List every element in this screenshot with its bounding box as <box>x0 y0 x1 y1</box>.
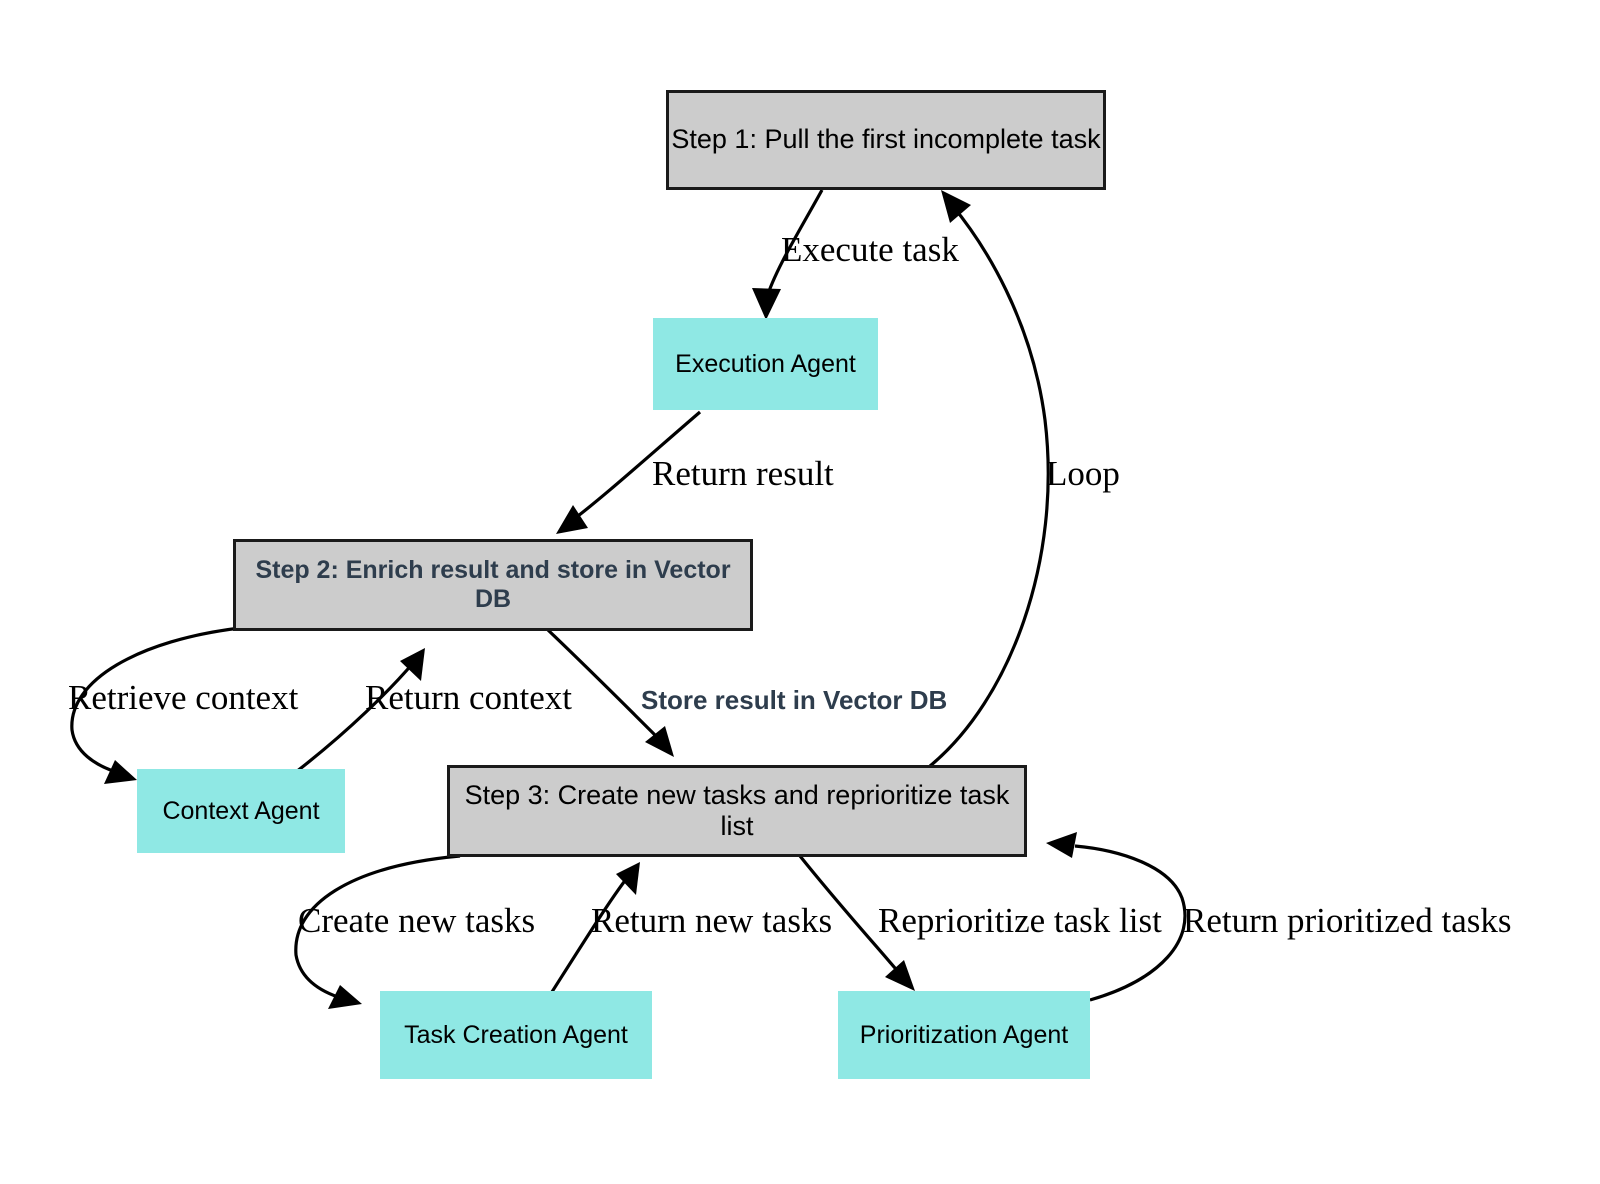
edge-create-new-tasks-arrowhead <box>328 985 362 1009</box>
node-step1-label: Step 1: Pull the first incomplete task <box>671 124 1101 155</box>
node-step2-label: Step 2: Enrich result and store in Vecto… <box>255 556 731 613</box>
diagram-canvas: Step 1: Pull the first incomplete task E… <box>0 0 1600 1184</box>
edge-label-create-new-tasks: Create new tasks <box>298 901 536 940</box>
edge-label-return-result: Return result <box>652 454 834 493</box>
edge-execute-task-arrowhead <box>752 288 781 320</box>
edge-label-execute-task: Execute task <box>781 230 959 269</box>
node-step3-label: Step 3: Create new tasks and reprioritiz… <box>464 779 1010 841</box>
edge-loop-arrowhead <box>941 190 971 223</box>
node-task-creation-agent[interactable]: Task Creation Agent <box>380 991 652 1079</box>
node-context-agent-label: Context Agent <box>162 796 320 825</box>
node-prioritization-agent-label: Prioritization Agent <box>859 1020 1069 1049</box>
edge-label-return-new-tasks: Return new tasks <box>591 901 833 940</box>
node-context-agent[interactable]: Context Agent <box>137 769 345 853</box>
node-prioritization-agent[interactable]: Prioritization Agent <box>838 991 1090 1079</box>
edge-label-return-prioritized-tasks: Return prioritized tasks <box>1183 901 1512 940</box>
edge-label-return-context: Return context <box>365 678 573 717</box>
edge-return-result-arrowhead <box>556 505 588 534</box>
edge-label-store-result: Store result in Vector DB <box>641 685 948 715</box>
edge-label-loop: Loop <box>1046 454 1120 493</box>
node-step1[interactable]: Step 1: Pull the first incomplete task <box>666 90 1106 190</box>
node-step2[interactable]: Step 2: Enrich result and store in Vecto… <box>233 539 753 631</box>
edge-reprioritize-task-list-arrowhead <box>885 960 915 991</box>
node-step3[interactable]: Step 3: Create new tasks and reprioritiz… <box>447 765 1027 857</box>
node-execution-agent-label: Execution Agent <box>675 349 856 378</box>
edge-return-prioritized-tasks-arrowhead <box>1046 832 1077 858</box>
node-task-creation-agent-label: Task Creation Agent <box>404 1020 628 1049</box>
edge-retrieve-context-arrowhead <box>104 760 137 784</box>
edge-loop <box>928 190 1050 768</box>
edge-label-reprioritize-task-list: Reprioritize task list <box>878 901 1162 940</box>
node-execution-agent[interactable]: Execution Agent <box>653 318 878 410</box>
edge-label-retrieve-context: Retrieve context <box>68 678 299 717</box>
edge-return-context-arrowhead <box>400 648 425 681</box>
edge-loop-path <box>928 203 1050 768</box>
